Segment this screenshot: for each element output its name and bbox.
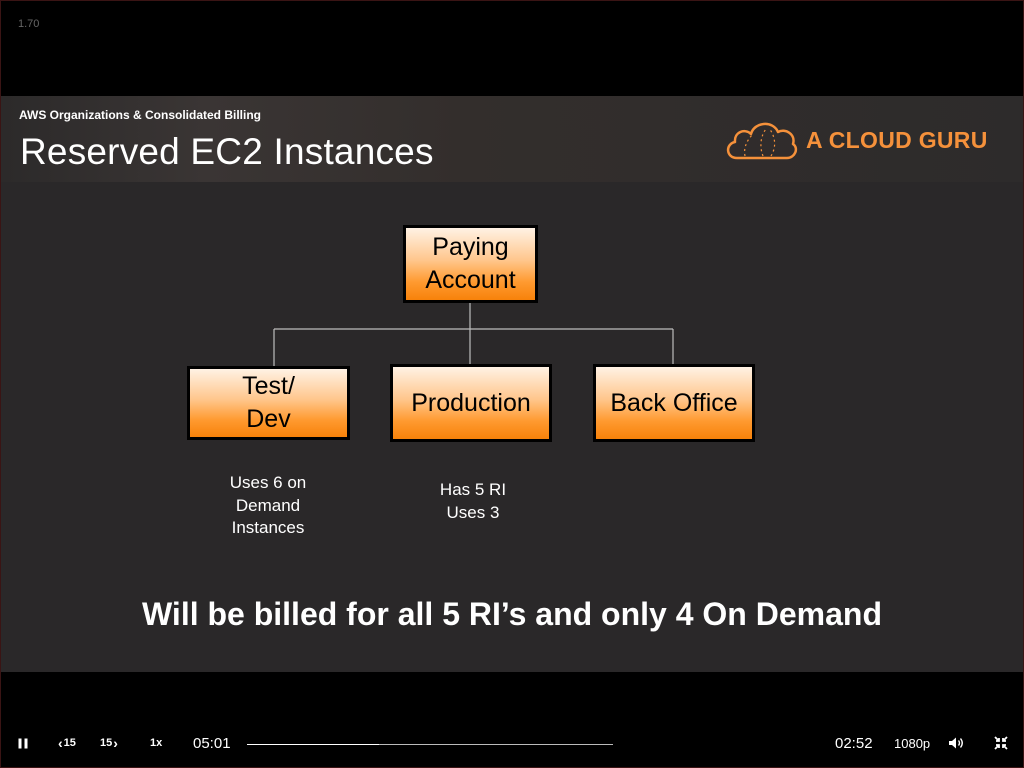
skip-forward-button[interactable]: 15 ›	[100, 718, 118, 768]
paying-account-label: Paying Account	[425, 233, 516, 294]
progress-fill	[247, 744, 379, 745]
skip-forward-label: 15	[100, 737, 113, 749]
version-label: 1.70	[18, 18, 40, 30]
back-office-box: Back Office	[593, 364, 755, 442]
chevron-left-icon: ‹	[58, 735, 63, 751]
production-note: Has 5 RI Uses 3	[439, 480, 507, 522]
video-slide: AWS Organizations & Consolidated Billing…	[1, 96, 1023, 672]
chevron-right-icon: ›	[113, 735, 118, 751]
test-dev-label: Test/ Dev	[242, 372, 295, 433]
pause-button[interactable]	[14, 718, 32, 768]
player-controls: ‹ 15 15 › 1x 05:01 02:52 1080p	[0, 718, 1024, 768]
progress-bar[interactable]	[247, 744, 613, 745]
paying-account-box: Paying Account	[403, 225, 538, 303]
pause-icon	[18, 738, 28, 748]
volume-button[interactable]	[948, 718, 964, 768]
speed-button[interactable]: 1x	[150, 718, 162, 768]
exit-fullscreen-icon	[994, 736, 1008, 750]
quality-selector[interactable]: 1080p	[894, 718, 930, 768]
back-office-label: Back Office	[610, 388, 738, 417]
billing-summary: Will be billed for all 5 RI’s and only 4…	[142, 596, 882, 632]
test-dev-box: Test/ Dev	[187, 366, 350, 440]
elapsed-time: 05:01	[193, 734, 231, 752]
skip-back-label: 15	[63, 737, 76, 749]
production-label: Production	[411, 388, 531, 417]
remaining-time: 02:52	[835, 734, 873, 752]
exit-fullscreen-button[interactable]	[994, 718, 1008, 768]
skip-back-button[interactable]: ‹ 15	[58, 718, 76, 768]
volume-icon	[949, 737, 963, 749]
test-dev-note: Uses 6 on Demand Instances	[229, 473, 307, 537]
production-box: Production	[390, 364, 552, 442]
